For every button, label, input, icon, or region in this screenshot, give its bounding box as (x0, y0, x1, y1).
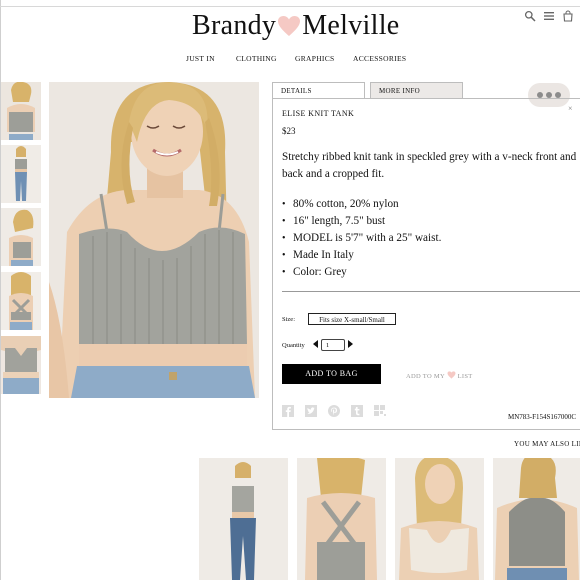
nav-item-graphics[interactable]: GRAPHICS (295, 54, 335, 63)
product-name: ELISE KNIT TANK (282, 109, 355, 118)
tab-details[interactable]: DETAILS (272, 82, 365, 99)
feature-item: 16" length, 7.5" bust (282, 213, 441, 230)
nav-item-just-in[interactable]: JUST IN (186, 54, 215, 63)
product-sku: MN783-F154S167000C (508, 413, 577, 421)
nav-item-accessories[interactable]: ACCESSORIES (353, 54, 406, 63)
heart-icon (447, 371, 456, 379)
recommended-item[interactable] (297, 458, 386, 580)
social-share (282, 405, 386, 417)
pinterest-icon[interactable] (328, 405, 340, 417)
thumbnail-3[interactable] (1, 208, 41, 266)
feature-item: Made In Italy (282, 247, 441, 264)
facebook-icon[interactable] (282, 405, 294, 417)
quantity-label: Quantity (282, 342, 305, 349)
product-features: 80% cotton, 20% nylon 16" length, 7.5" b… (282, 196, 441, 281)
thumbnail-5[interactable] (1, 336, 41, 394)
quantity-increase-icon[interactable] (348, 340, 353, 348)
quantity-input[interactable]: 1 (321, 339, 345, 351)
recommended-item[interactable] (199, 458, 288, 580)
thumbnail-2[interactable] (1, 145, 41, 203)
product-price: $23 (282, 126, 296, 136)
thumbnail-4[interactable] (1, 272, 41, 330)
main-product-image[interactable] (49, 82, 259, 398)
wishlist-label-left: ADD TO MY (406, 373, 445, 380)
heart-icon (278, 16, 301, 36)
quantity-decrease-icon[interactable] (313, 340, 318, 348)
top-divider (0, 6, 580, 7)
brand-name-left: Brandy (192, 10, 277, 41)
brand-name-right: Melville (302, 10, 400, 41)
add-to-bag-button[interactable]: ADD TO BAG (282, 364, 381, 384)
size-label: Size: (282, 316, 295, 323)
twitter-icon[interactable] (305, 405, 317, 417)
nav-item-clothing[interactable]: CLOTHING (236, 54, 277, 63)
details-divider (282, 291, 580, 292)
product-description: Stretchy ribbed knit tank in speckled gr… (282, 151, 577, 180)
header-icons (524, 10, 574, 22)
main-nav: JUST IN CLOTHING GRAPHICS ACCESSORIES (0, 54, 580, 66)
menu-icon[interactable] (543, 10, 555, 22)
recommendations-heading: YOU MAY ALSO LIKE (514, 440, 580, 448)
brand-logo[interactable]: Brandy Melville (192, 10, 400, 42)
recommended-item[interactable] (395, 458, 484, 580)
feature-item: 80% cotton, 20% nylon (282, 196, 441, 213)
wishlist-label-right: LIST (457, 373, 473, 380)
tab-more-info[interactable]: MORE INFO (370, 82, 463, 98)
search-icon[interactable] (524, 10, 536, 22)
feature-item: Color: Grey (282, 264, 441, 281)
bag-icon[interactable] (562, 10, 574, 22)
add-to-wishlist-link[interactable]: ADD TO MY LIST (406, 371, 473, 380)
wanelo-icon[interactable] (374, 405, 386, 417)
size-option-button[interactable]: Fits size X-small/Small (308, 313, 396, 325)
feature-item: MODEL is 5'7" with a 25" waist. (282, 230, 441, 247)
thumbnail-1[interactable] (1, 82, 41, 140)
tumblr-icon[interactable] (351, 405, 363, 417)
recommended-item[interactable] (493, 458, 580, 580)
